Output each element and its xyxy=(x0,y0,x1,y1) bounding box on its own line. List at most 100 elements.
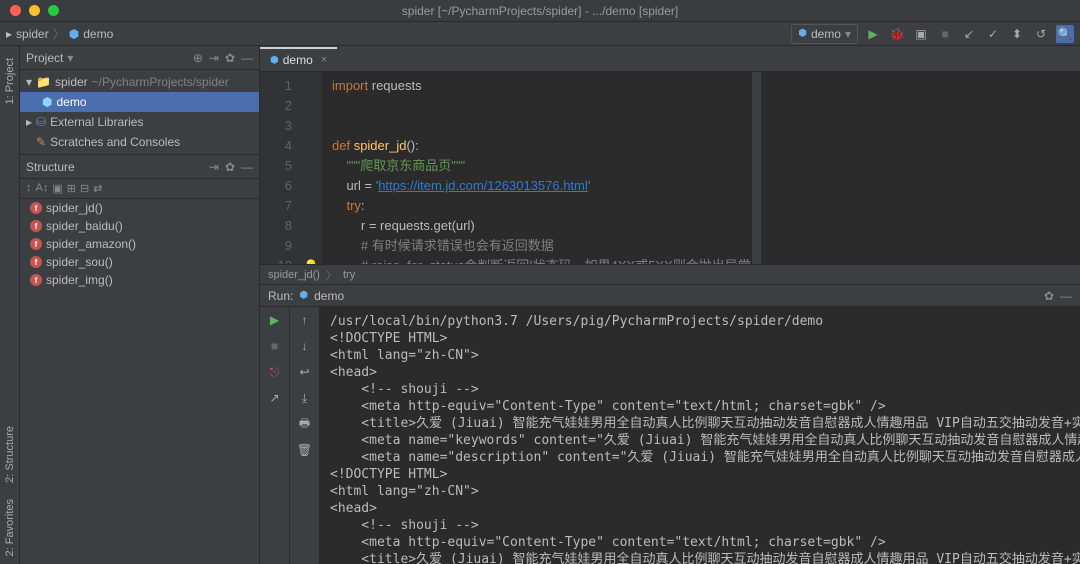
expand-icon[interactable]: ▸ xyxy=(26,115,32,129)
stop-button[interactable]: ■ xyxy=(266,337,284,355)
structure-item-label: spider_amazon() xyxy=(46,237,136,251)
tree-item-label: Scratches and Consoles xyxy=(50,135,180,149)
soft-wrap-icon[interactable]: ↩ xyxy=(296,363,314,381)
tree-file-name: demo xyxy=(56,95,86,109)
trash-icon[interactable]: 🗑 xyxy=(296,441,314,459)
breadcrumb[interactable]: ▸ spider 〉 ⬢ demo xyxy=(6,25,113,42)
code-line[interactable]: url = 'https://item.jd.com/1263013576.ht… xyxy=(332,176,751,196)
collapse-icon[interactable]: ⇥ xyxy=(209,51,219,65)
expand-all-icon[interactable]: ⊞ xyxy=(67,182,76,195)
project-root-row[interactable]: ▾ 📁 spider ~/PycharmProjects/spider xyxy=(20,72,259,92)
filter-icon[interactable]: ▣ xyxy=(52,182,62,195)
hide-icon[interactable]: — xyxy=(241,51,253,65)
code-area[interactable]: import requests def spider_jd(): """爬取京东… xyxy=(322,72,751,264)
code-line[interactable]: """爬取京东商品页""" xyxy=(332,156,751,176)
expand-icon[interactable]: ▾ xyxy=(26,75,32,89)
scroll-end-icon[interactable]: ⤓ xyxy=(296,389,314,407)
gear-icon[interactable]: ✿ xyxy=(225,160,235,174)
autoscroll-icon[interactable]: ⇄ xyxy=(93,182,102,195)
exit-icon[interactable]: ⎋ xyxy=(266,363,284,381)
structure-tool-tab[interactable]: 2: Structure xyxy=(2,418,18,491)
close-window-button[interactable] xyxy=(10,5,21,16)
code-line[interactable]: r = requests.get(url) xyxy=(332,216,751,236)
collapse-icon[interactable]: ⇥ xyxy=(209,160,219,174)
code-line[interactable]: # 有时候请求错误也会有返回数据 xyxy=(332,236,751,256)
maximize-window-button[interactable] xyxy=(48,5,59,16)
rerun-button[interactable]: ▶ xyxy=(266,311,284,329)
project-tree[interactable]: ▾ 📁 spider ~/PycharmProjects/spider ⬢ de… xyxy=(20,70,259,154)
run-panel-label: Run: xyxy=(268,289,293,303)
print-icon[interactable]: 🖶 xyxy=(296,415,314,433)
locate-icon[interactable]: ⊕ xyxy=(193,51,203,65)
tree-file[interactable]: ⬢ demo xyxy=(20,92,259,112)
gear-icon[interactable]: ✿ xyxy=(225,51,235,65)
python-icon: ⬢ xyxy=(69,27,79,41)
structure-list[interactable]: fspider_jd()fspider_baidu()fspider_amazo… xyxy=(20,199,259,289)
structure-item-label: spider_jd() xyxy=(46,201,103,215)
sort-icon[interactable]: ↕ xyxy=(26,182,32,195)
python-icon: ⬢ xyxy=(42,95,52,109)
editor-breadcrumb-item[interactable]: try xyxy=(343,269,355,281)
function-icon: f xyxy=(30,202,42,214)
folder-icon: ▸ xyxy=(6,27,12,41)
editor-right-gutter xyxy=(751,72,761,264)
code-line[interactable]: try: xyxy=(332,196,751,216)
run-configuration-selector[interactable]: ⬢ demo ▾ xyxy=(791,24,858,44)
function-icon: f xyxy=(30,220,42,232)
code-line[interactable]: # raise_for_status会判断返回|状态码，如果4XX或5XX则会抛… xyxy=(332,256,751,264)
run-button[interactable]: ▶ xyxy=(864,25,882,43)
editor-tab[interactable]: ⬢ demo × xyxy=(260,47,337,71)
breadcrumb-file[interactable]: demo xyxy=(83,27,113,41)
structure-item-label: spider_sou() xyxy=(46,255,113,269)
structure-item-label: spider_img() xyxy=(46,273,113,287)
up-icon[interactable]: ↑ xyxy=(296,311,314,329)
structure-function-row[interactable]: fspider_img() xyxy=(20,271,259,289)
revert-icon[interactable]: ↺ xyxy=(1032,25,1050,43)
chevron-right-icon: 〉 xyxy=(326,267,337,283)
chevron-right-icon: 〉 xyxy=(53,25,65,42)
git-diff-icon[interactable]: ⬍ xyxy=(1008,25,1026,43)
minimize-window-button[interactable] xyxy=(29,5,40,16)
hide-icon[interactable]: — xyxy=(1060,289,1072,303)
structure-function-row[interactable]: fspider_baidu() xyxy=(20,217,259,235)
code-line[interactable] xyxy=(332,96,751,116)
hide-icon[interactable]: — xyxy=(241,160,253,174)
navigation-bar: ▸ spider 〉 ⬢ demo ⬢ demo ▾ ▶ 🐞 ▣ ■ ↙ ✓ ⬍… xyxy=(0,22,1080,46)
git-update-icon[interactable]: ↙ xyxy=(960,25,978,43)
stop-button[interactable]: ■ xyxy=(936,25,954,43)
collapse-all-icon[interactable]: ⊟ xyxy=(80,182,89,195)
function-icon: f xyxy=(30,256,42,268)
console-output[interactable]: /usr/local/bin/python3.7 /Users/pig/Pych… xyxy=(320,307,1080,564)
git-commit-icon[interactable]: ✓ xyxy=(984,25,1002,43)
close-tab-icon[interactable]: × xyxy=(321,54,327,66)
chevron-down-icon[interactable]: ▾ xyxy=(67,51,73,65)
scratches-row[interactable]: ✎ Scratches and Consoles xyxy=(20,132,259,152)
debug-button[interactable]: 🐞 xyxy=(888,25,906,43)
left-tool-stripe: 1: Project 2: Structure 2: Favorites xyxy=(0,46,20,564)
code-line[interactable] xyxy=(332,116,751,136)
favorites-tool-tab[interactable]: 2: Favorites xyxy=(2,491,18,564)
code-line[interactable]: import requests xyxy=(332,76,751,96)
structure-panel-title: Structure xyxy=(26,160,75,174)
project-tool-tab[interactable]: 1: Project xyxy=(2,50,18,112)
python-icon: ⬢ xyxy=(299,290,308,301)
pin-icon[interactable]: ↗ xyxy=(266,389,284,407)
coverage-button[interactable]: ▣ xyxy=(912,25,930,43)
breadcrumb-root[interactable]: spider xyxy=(16,27,49,41)
structure-function-row[interactable]: fspider_amazon() xyxy=(20,235,259,253)
editor-tab-label: demo xyxy=(283,53,313,67)
run-toolbar-secondary: ↑ ↓ ↩ ⤓ 🖶 🗑 xyxy=(290,307,320,564)
search-icon[interactable]: 🔍 xyxy=(1056,25,1074,43)
gear-icon[interactable]: ✿ xyxy=(1044,289,1054,303)
editor-breadcrumb[interactable]: spider_jd() 〉 try xyxy=(260,264,1080,284)
scratches-icon: ✎ xyxy=(36,135,46,149)
external-libraries-row[interactable]: ▸ ⛁ External Libraries xyxy=(20,112,259,132)
code-editor[interactable]: 1234567891011 💡 import requests def spid… xyxy=(260,72,1080,264)
library-icon: ⛁ xyxy=(36,115,46,129)
down-icon[interactable]: ↓ xyxy=(296,337,314,355)
structure-function-row[interactable]: f spider_jd() xyxy=(20,199,259,217)
editor-breadcrumb-item[interactable]: spider_jd() xyxy=(268,269,320,281)
code-line[interactable]: def spider_jd(): xyxy=(332,136,751,156)
structure-function-row[interactable]: f spider_sou() xyxy=(20,253,259,271)
sort-az-icon[interactable]: A↕ xyxy=(36,182,49,195)
